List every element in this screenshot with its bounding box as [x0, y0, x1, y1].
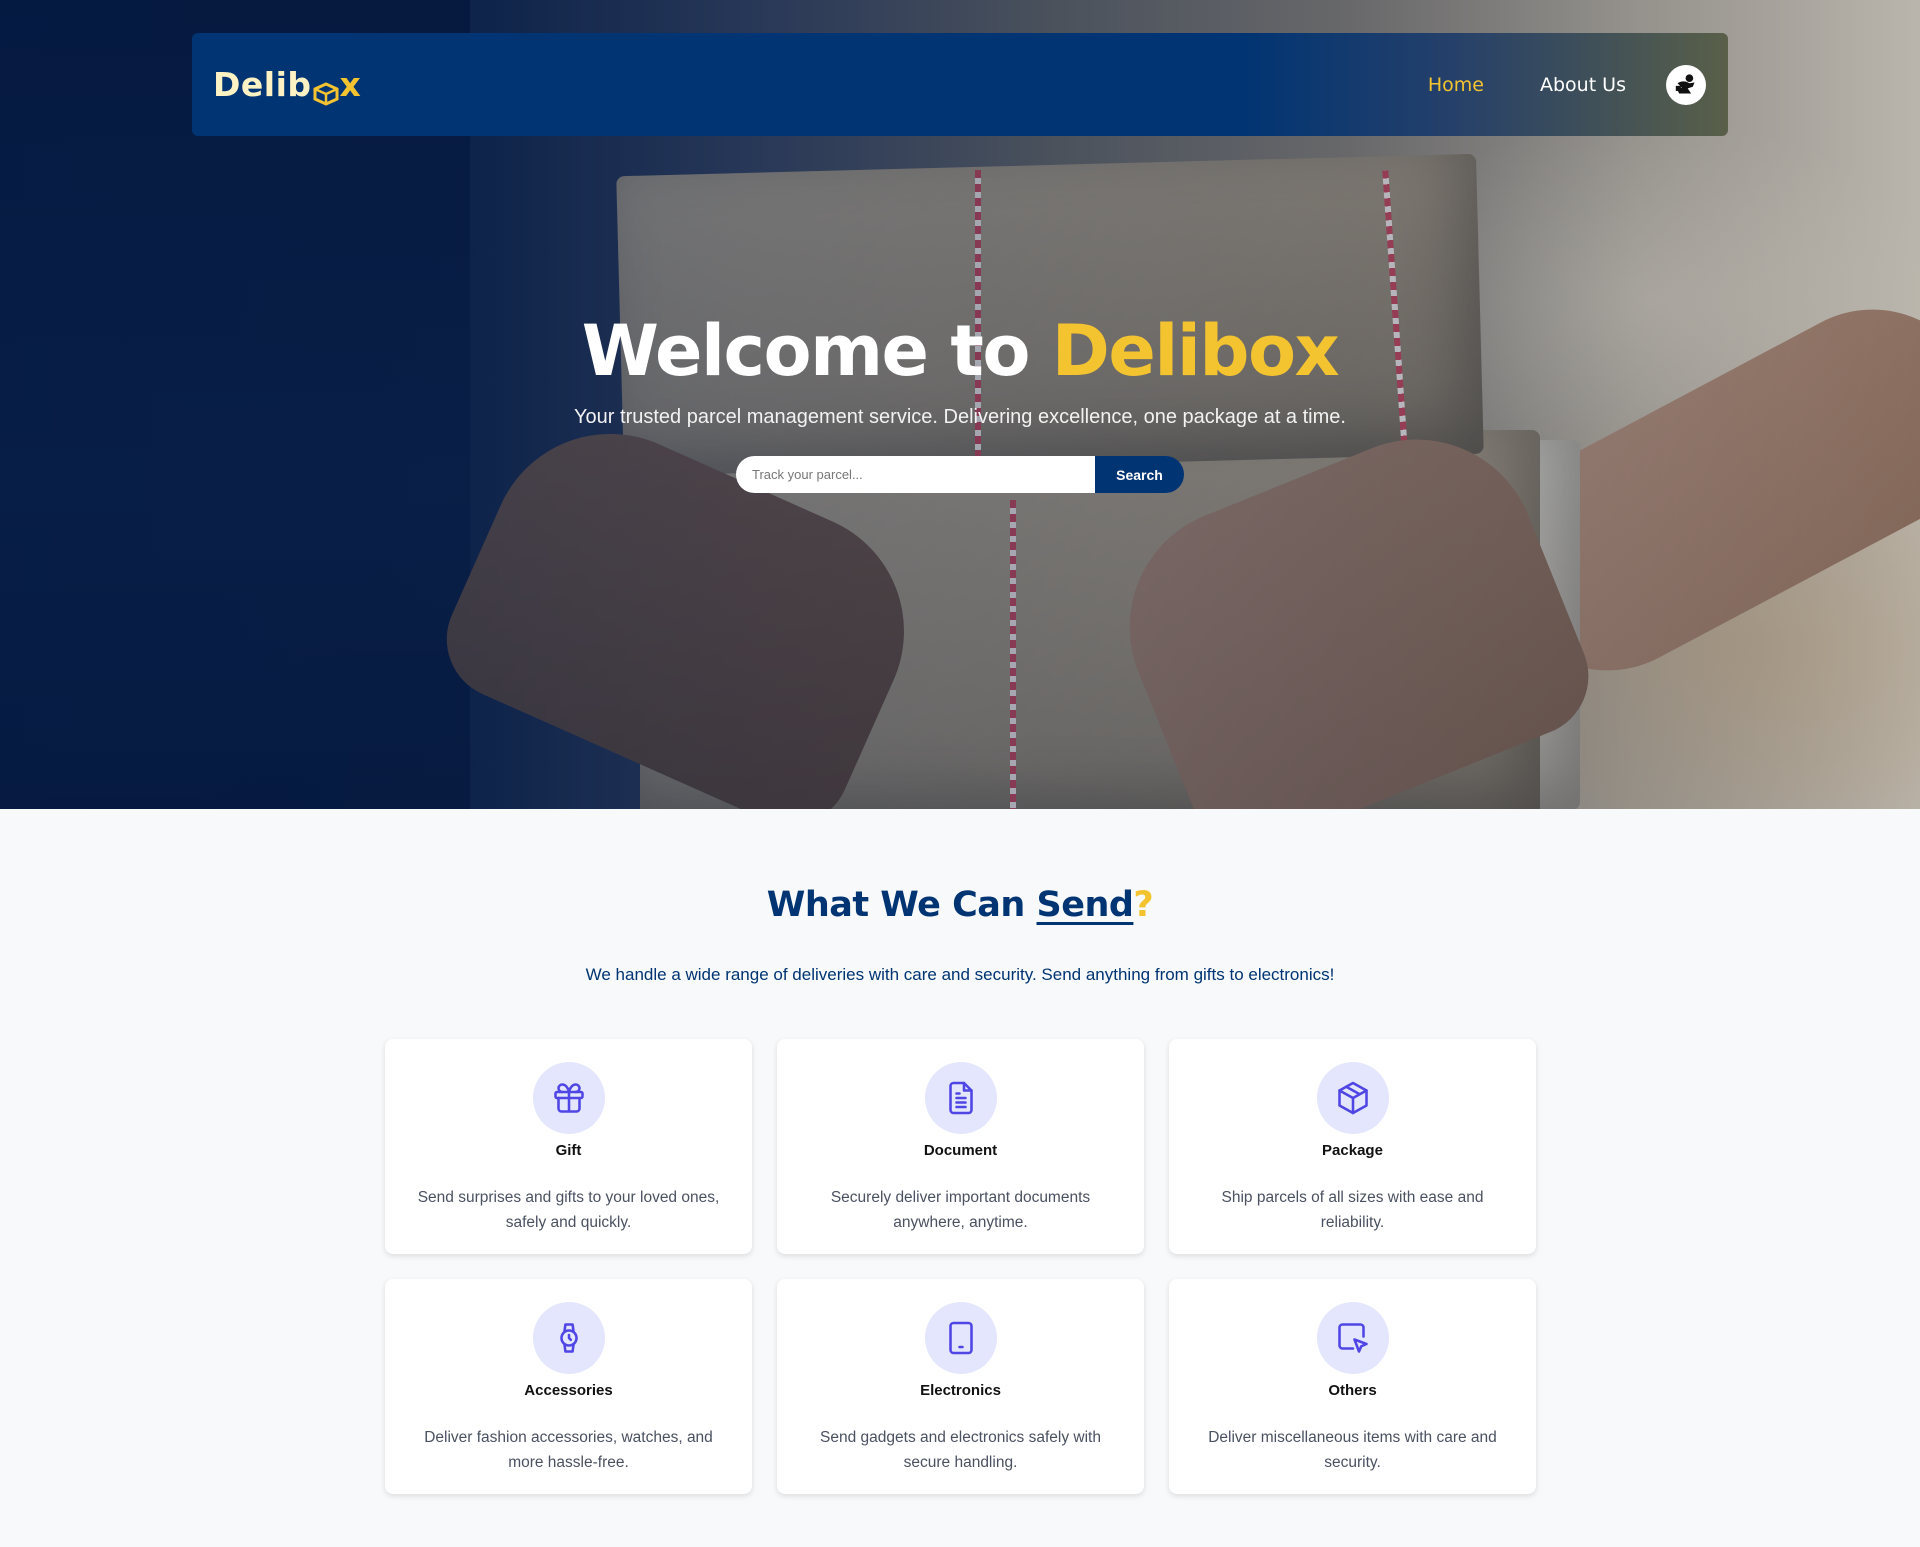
service-card-accessories[interactable]: Accessories Deliver fashion accessories,… — [385, 1279, 752, 1494]
gift-icon — [553, 1083, 584, 1113]
services-title-underlined: Send — [1036, 885, 1134, 925]
logo-text-prefix: Delib — [213, 65, 312, 104]
service-card-description: Deliver fashion accessories, watches, an… — [424, 1429, 713, 1471]
document-icon — [948, 1081, 973, 1115]
logo-text-suffix: x — [339, 65, 362, 104]
service-card-title: Package — [1322, 1142, 1383, 1159]
box-icon — [313, 75, 339, 106]
user-avatar-icon — [1675, 73, 1695, 93]
track-parcel-input[interactable] — [736, 456, 1095, 493]
service-card-title: Accessories — [524, 1382, 613, 1399]
icon-badge — [1316, 1062, 1389, 1134]
service-card-description: Deliver miscellaneous items with care an… — [1208, 1429, 1497, 1471]
services-title-prefix: What We Can — [766, 885, 1037, 925]
service-card-package[interactable]: Package Ship parcels of all sizes with e… — [1169, 1039, 1536, 1254]
service-card-description: Ship parcels of all sizes with ease and … — [1221, 1189, 1484, 1231]
service-card-description: Send gadgets and electronics safely with… — [820, 1429, 1101, 1471]
service-card-title: Electronics — [920, 1382, 1001, 1399]
service-card-description: Securely deliver important documents any… — [830, 1189, 1091, 1231]
avatar[interactable] — [1666, 64, 1706, 105]
search-button[interactable]: Search — [1095, 456, 1184, 493]
nav-links: Home About Us — [1428, 64, 1706, 105]
icon-badge — [924, 1302, 997, 1374]
watch-icon — [559, 1323, 578, 1353]
services-description: We handle a wide range of deliveries wit… — [585, 965, 1335, 984]
cursor-icon — [1337, 1323, 1368, 1353]
hero-title: Welcome to Delibox — [0, 310, 1920, 392]
logo[interactable]: Delib x — [213, 65, 362, 106]
icon-badge — [532, 1062, 605, 1134]
tablet-icon — [948, 1321, 973, 1355]
service-card-gift[interactable]: Gift Send surprises and gifts to your lo… — [385, 1039, 752, 1254]
service-card-description: Send surprises and gifts to your loved o… — [417, 1189, 720, 1231]
service-card-title: Gift — [555, 1142, 582, 1159]
services-title-suffix: ? — [1133, 885, 1154, 925]
icon-badge — [924, 1062, 997, 1134]
package-icon — [1337, 1081, 1368, 1115]
hero-subtitle: Your trusted parcel management service. … — [574, 406, 1346, 428]
services-grid: Gift Send surprises and gifts to your lo… — [385, 1039, 1536, 1494]
icon-badge — [1316, 1302, 1389, 1374]
service-card-title: Others — [1328, 1382, 1377, 1399]
service-card-others[interactable]: Others Deliver miscellaneous items with … — [1169, 1279, 1536, 1494]
services-title: What We Can Send? — [0, 885, 1920, 925]
icon-badge — [532, 1302, 605, 1374]
track-parcel-form: Search — [736, 456, 1184, 493]
navbar: Delib x Home About Us — [192, 33, 1728, 136]
hero-title-brand: Delibox — [1051, 310, 1340, 392]
service-card-electronics[interactable]: Electronics Send gadgets and electronics… — [777, 1279, 1144, 1494]
service-card-title: Document — [923, 1142, 998, 1159]
nav-link-about-us[interactable]: About Us — [1540, 74, 1626, 96]
nav-link-home[interactable]: Home — [1428, 74, 1484, 96]
hero-title-prefix: Welcome to — [581, 310, 1052, 392]
service-card-document[interactable]: Document Securely deliver important docu… — [777, 1039, 1144, 1254]
